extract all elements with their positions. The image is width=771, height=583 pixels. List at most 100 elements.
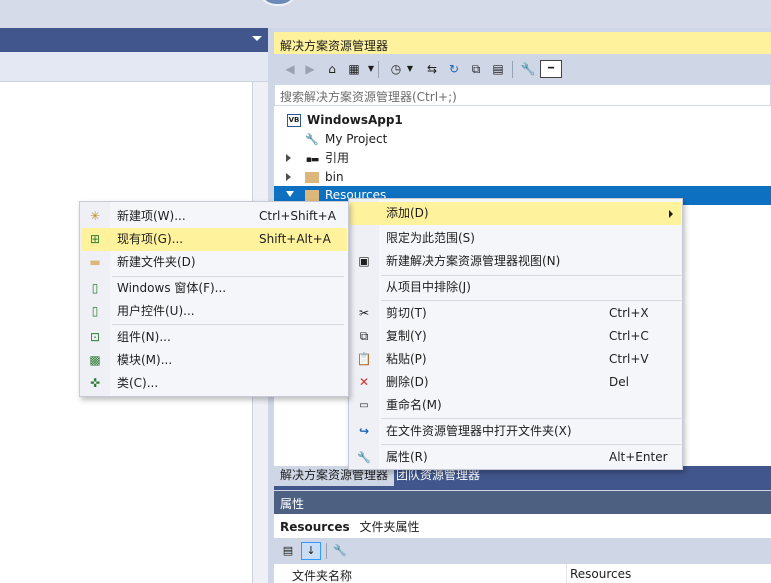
properties-toolbar: ▤ ↓ 🔧 (274, 538, 771, 564)
menu-item-label: 用户控件(U)... (117, 304, 195, 318)
menu-item-label: 新建解决方案资源管理器视图(N) (386, 254, 561, 268)
refresh-icon[interactable]: ↻ (446, 62, 462, 76)
menu-item-shortcut: Ctrl+C (609, 329, 649, 343)
properties-object-selector[interactable]: Resources 文件夹属性 (274, 514, 771, 538)
expand-icon[interactable] (286, 154, 291, 162)
document-tab-strip (0, 52, 268, 82)
menu-item-shortcut: Ctrl+X (609, 306, 649, 320)
new-folder-icon: ▬ (89, 255, 101, 269)
cut-icon: ✂ (358, 306, 370, 320)
menu-item-scope-to-this[interactable]: 限定为此范围(S) (350, 227, 681, 250)
properties-object-name: Resources (280, 520, 350, 534)
solution-explorer-title[interactable]: 解决方案资源管理器 (274, 32, 771, 54)
properties-icon[interactable]: 🔧 (520, 62, 536, 76)
tree-item-label: bin (325, 170, 344, 184)
menu-item-delete[interactable]: ✕ 删除(D) Del (350, 371, 681, 394)
rename-icon: ▭ (359, 400, 369, 411)
document-well-header (0, 28, 268, 52)
menu-separator (112, 324, 344, 325)
paste-icon: 📋 (356, 352, 372, 366)
windows-form-icon: ▯ (91, 281, 99, 295)
properties-object-type: 文件夹属性 (359, 520, 420, 534)
menu-item-new-folder[interactable]: ▬ 新建文件夹(D) (81, 251, 347, 274)
menu-item-label: 从项目中排除(J) (386, 280, 471, 294)
menu-item-label: 删除(D) (386, 375, 429, 389)
menu-item-label: 新建项(W)... (117, 209, 186, 223)
menu-item-paste[interactable]: 📋 粘贴(P) Ctrl+V (350, 348, 681, 371)
menu-item-label: 属性(R) (386, 450, 428, 464)
chevron-down-icon[interactable] (252, 36, 262, 41)
menu-separator (381, 300, 681, 301)
menu-item-component[interactable]: ⊡ 组件(N)... (81, 326, 347, 349)
menu-item-label: Windows 窗体(F)... (117, 281, 227, 295)
existing-item-icon: ⊞ (89, 232, 101, 246)
menu-item-open-in-explorer[interactable]: ↪ 在文件资源管理器中打开文件夹(X) (350, 420, 681, 443)
menu-item-label: 在文件资源管理器中打开文件夹(X) (386, 424, 572, 438)
toolbar-separator (326, 543, 327, 559)
new-item-icon: ✳ (89, 209, 101, 223)
home-icon[interactable]: ⌂ (324, 62, 340, 76)
vb-project-icon: VB (287, 114, 301, 127)
property-value[interactable]: Resources (570, 567, 631, 581)
tree-item-project[interactable]: VB WindowsApp1 (287, 111, 403, 130)
add-submenu: ✳ 新建项(W)... Ctrl+Shift+A ⊞ 现有项(G)... Shi… (79, 201, 349, 397)
tree-item-bin[interactable]: bin (305, 168, 344, 187)
categorized-icon[interactable]: ▤ (278, 542, 298, 560)
component-icon: ⊡ (89, 330, 101, 344)
submenu-arrow-icon (669, 210, 673, 218)
menu-separator (381, 418, 681, 419)
menu-item-properties[interactable]: 🔧 属性(R) Alt+Enter (350, 446, 681, 469)
menu-item-label: 添加(D) (386, 206, 429, 220)
menu-separator (381, 444, 681, 445)
back-icon[interactable]: ◀ (282, 62, 298, 76)
folder-icon (305, 172, 319, 183)
menu-item-copy[interactable]: ⧉ 复制(Y) Ctrl+C (350, 325, 681, 348)
new-view-icon: ▣ (358, 254, 370, 268)
context-menu: 添加(D) 限定为此范围(S) ▣ 新建解决方案资源管理器视图(N) 从项目中排… (348, 198, 683, 470)
module-icon: ▩ (89, 353, 101, 367)
menu-item-module[interactable]: ▩ 模块(M)... (81, 349, 347, 372)
switch-views-icon[interactable]: ▦ (346, 62, 362, 76)
menu-item-rename[interactable]: ▭ 重命名(M) (350, 394, 681, 417)
chevron-down-icon[interactable]: ▼ (402, 62, 418, 76)
tree-item-my-project[interactable]: 🔧 My Project (305, 130, 387, 149)
property-pages-icon[interactable]: 🔧 (330, 542, 350, 560)
menu-item-label: 组件(N)... (117, 330, 171, 344)
menu-item-label: 剪切(T) (386, 306, 427, 320)
menu-item-exclude[interactable]: 从项目中排除(J) (350, 276, 681, 299)
collapse-all-icon[interactable]: ⧉ (468, 62, 484, 76)
properties-title[interactable]: 属性 (274, 491, 771, 514)
menu-item-shortcut: Ctrl+V (609, 352, 649, 366)
tree-item-references[interactable]: ▪▬ 引用 (305, 149, 349, 168)
expand-icon[interactable] (286, 173, 291, 181)
property-grid-divider (566, 564, 567, 583)
forward-icon[interactable]: ▶ (302, 62, 318, 76)
menu-item-cut[interactable]: ✂ 剪切(T) Ctrl+X (350, 302, 681, 325)
menu-item-label: 复制(Y) (386, 329, 427, 343)
collapse-icon[interactable] (286, 191, 294, 197)
show-all-files-icon[interactable]: ▤ (490, 62, 506, 76)
solution-explorer-search-input[interactable]: 搜索解决方案资源管理器(Ctrl+;) (274, 84, 771, 106)
menu-item-user-control[interactable]: ▯ 用户控件(U)... (81, 300, 347, 323)
folder-icon (305, 190, 319, 201)
tree-item-label: 引用 (325, 151, 350, 165)
menu-item-label: 新建文件夹(D) (117, 255, 196, 269)
menu-item-windows-form[interactable]: ▯ Windows 窗体(F)... (81, 277, 347, 300)
open-folder-icon: ↪ (358, 424, 370, 438)
menu-item-label: 粘贴(P) (386, 352, 427, 366)
chevron-down-icon[interactable]: ▼ (363, 62, 379, 76)
sync-icon[interactable]: ⇆ (424, 62, 440, 76)
menu-item-add[interactable]: 添加(D) (350, 202, 681, 225)
preview-selected-icon[interactable]: ━ (540, 60, 562, 78)
menu-item-new-item[interactable]: ✳ 新建项(W)... Ctrl+Shift+A (81, 205, 347, 228)
menu-item-existing-item[interactable]: ⊞ 现有项(G)... Shift+Alt+A (81, 228, 347, 251)
tree-item-label: WindowsApp1 (307, 113, 403, 127)
property-name: 文件夹名称 (292, 569, 353, 583)
menu-item-shortcut: Ctrl+Shift+A (259, 209, 336, 223)
menu-item-shortcut: Alt+Enter (609, 450, 668, 464)
toolbar-separator (378, 61, 379, 78)
alphabetical-icon[interactable]: ↓ (301, 542, 321, 560)
menu-item-label: 现有项(G)... (117, 232, 184, 246)
menu-item-class[interactable]: ✜ 类(C)... (81, 372, 347, 395)
menu-item-new-view[interactable]: ▣ 新建解决方案资源管理器视图(N) (350, 250, 681, 273)
